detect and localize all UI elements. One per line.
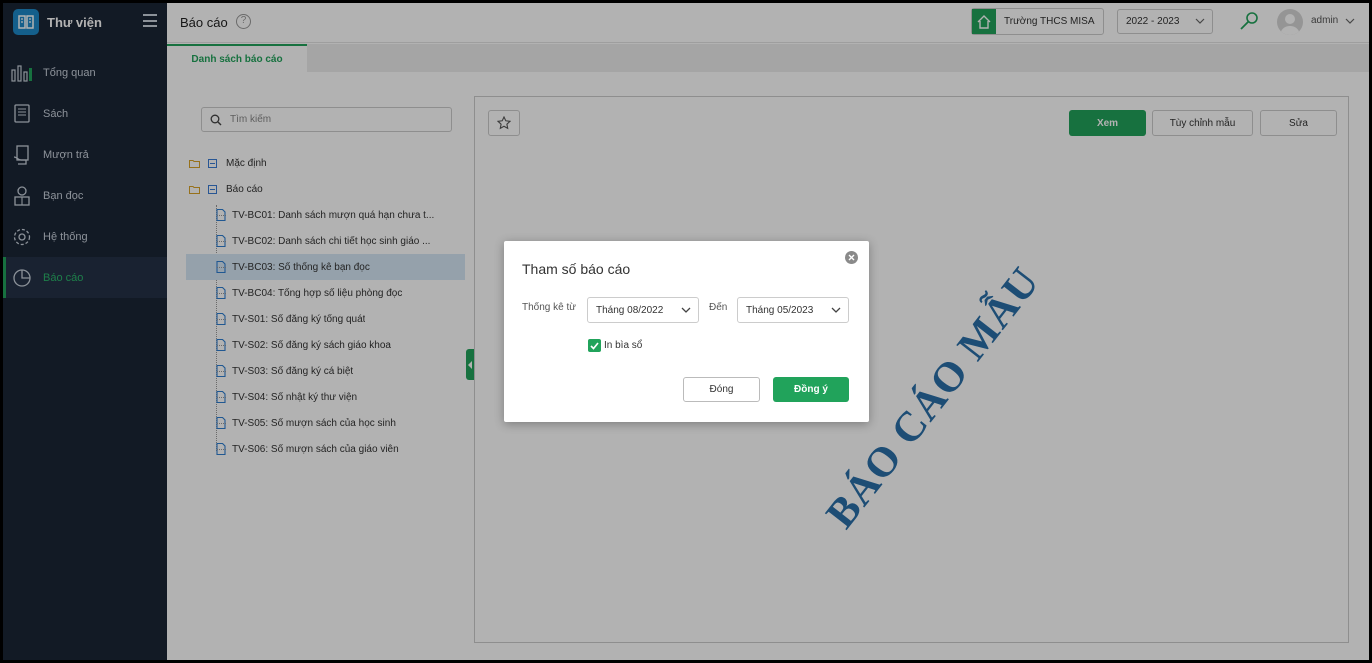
close-button[interactable]: Đóng bbox=[683, 377, 760, 402]
checkmark-icon bbox=[590, 341, 599, 350]
to-label: Đến bbox=[709, 302, 728, 313]
report-parameters-dialog: Tham số báo cáo Thống kê từ Tháng 08/202… bbox=[504, 241, 869, 422]
dialog-title: Tham số báo cáo bbox=[522, 261, 631, 277]
to-month-select[interactable]: Tháng 05/2023 bbox=[737, 297, 849, 323]
confirm-button[interactable]: Đồng ý bbox=[773, 377, 849, 402]
to-month-value: Tháng 05/2023 bbox=[746, 304, 814, 316]
app-window: Thư viện Tổng quan Sách Mượn trả Bạn đọc… bbox=[3, 3, 1369, 660]
print-cover-label[interactable]: In bìa sổ bbox=[604, 340, 642, 351]
chevron-down-icon bbox=[831, 307, 841, 313]
from-month-value: Tháng 08/2022 bbox=[596, 304, 664, 316]
close-icon[interactable] bbox=[845, 251, 858, 264]
from-month-select[interactable]: Tháng 08/2022 bbox=[587, 297, 699, 323]
chevron-down-icon bbox=[681, 307, 691, 313]
from-label: Thống kê từ bbox=[522, 302, 576, 313]
print-cover-checkbox[interactable] bbox=[588, 339, 601, 352]
